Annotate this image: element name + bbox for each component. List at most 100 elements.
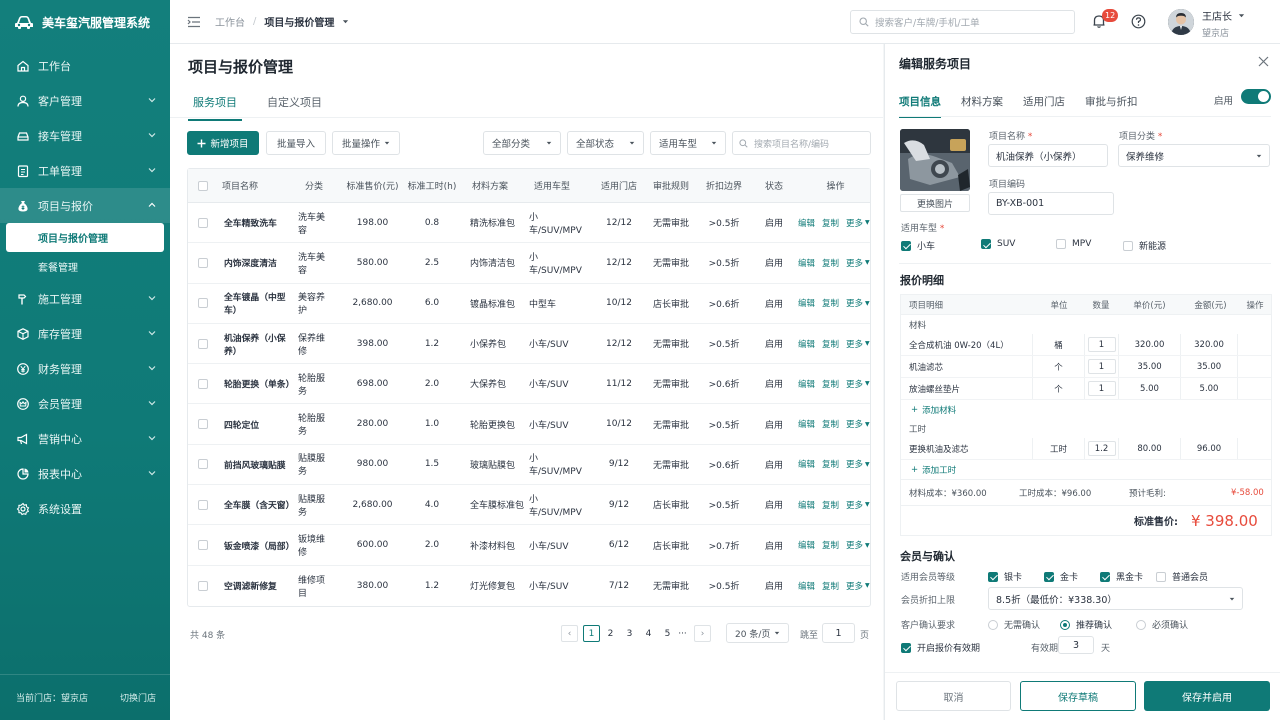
sidebar-item-dashboard[interactable]: 工作台	[0, 48, 170, 83]
status-select[interactable]: 全部状态	[567, 131, 644, 155]
per-page-select[interactable]: 20 条/页	[726, 623, 789, 643]
copy-link[interactable]: 复制	[822, 539, 839, 551]
confirm-radio[interactable]: 必须确认	[1136, 618, 1188, 631]
quantity-input[interactable]: 1	[1087, 359, 1116, 374]
more-link[interactable]: 更多	[846, 257, 863, 269]
copy-link[interactable]: 复制	[822, 338, 839, 350]
copy-link[interactable]: 复制	[822, 257, 839, 269]
more-link[interactable]: 更多	[846, 418, 863, 430]
vehicle-checkbox[interactable]: 小车	[901, 239, 935, 252]
user-menu[interactable]: 王店长 望京店	[1202, 8, 1245, 39]
row-checkbox[interactable]	[198, 298, 208, 309]
member-limit-select[interactable]: 8.5折（最低价：¥338.30）	[988, 587, 1243, 610]
row-checkbox[interactable]	[198, 378, 208, 389]
tab-item-info[interactable]: 项目信息	[899, 94, 941, 118]
jump-page-input[interactable]: 1	[822, 623, 855, 643]
batch-import-button[interactable]: 批量导入	[266, 131, 326, 155]
sidebar-item-quotes[interactable]: 项目与报价	[0, 188, 170, 223]
sidebar-item-members[interactable]: 会员管理	[0, 386, 170, 421]
confirm-radio[interactable]: 推荐确认	[1060, 618, 1112, 631]
edit-link[interactable]: 编辑	[798, 580, 815, 592]
item-category-select[interactable]: 保养维修	[1118, 144, 1270, 167]
sidebar-item-reports[interactable]: 报表中心	[0, 456, 170, 491]
more-link[interactable]: 更多	[846, 539, 863, 551]
select-all-checkbox[interactable]	[198, 180, 208, 191]
quantity-input[interactable]: 1	[1087, 381, 1116, 396]
switch-store-link[interactable]: 切换门店	[120, 691, 156, 704]
more-link[interactable]: 更多	[846, 499, 863, 511]
more-link[interactable]: 更多	[846, 580, 863, 592]
copy-link[interactable]: 复制	[822, 458, 839, 470]
row-checkbox[interactable]	[198, 217, 208, 228]
vehicle-checkbox[interactable]: SUV	[981, 239, 1015, 249]
item-search-input[interactable]: 搜索项目名称/编码	[732, 131, 871, 155]
add-labor-button[interactable]: + 添加工时	[901, 460, 1271, 479]
more-link[interactable]: 更多	[846, 217, 863, 229]
page-button[interactable]: 2	[602, 625, 619, 642]
edit-link[interactable]: 编辑	[798, 257, 815, 269]
sidebar-subitem-quote-management[interactable]: 项目与报价管理	[6, 223, 164, 252]
quantity-input[interactable]: 1.2	[1087, 441, 1116, 456]
table-row[interactable]: 机油保养（小保养） 保养维修 398.00 1.2 小保养包 小车/SUV 12/12 无需审…	[188, 324, 870, 365]
batch-operation-button[interactable]: 批量操作	[332, 131, 400, 155]
member-level-checkbox[interactable]: 银卡	[988, 570, 1022, 583]
quantity-input[interactable]: 1	[1087, 337, 1116, 352]
tab-approval-discount[interactable]: 审批与折扣	[1085, 94, 1138, 118]
row-checkbox[interactable]	[198, 338, 208, 349]
row-checkbox[interactable]	[198, 580, 208, 591]
edit-link[interactable]: 编辑	[798, 499, 815, 511]
copy-link[interactable]: 复制	[822, 217, 839, 229]
table-row[interactable]: 空调滤新修复 维修项目 380.00 1.2 灯光修复包 小车/SUV 7/12 无需审批 >0…	[188, 566, 870, 606]
cancel-button[interactable]: 取消	[896, 681, 1011, 711]
enable-toggle[interactable]	[1241, 89, 1271, 104]
copy-link[interactable]: 复制	[822, 418, 839, 430]
row-checkbox[interactable]	[198, 257, 208, 268]
add-item-button[interactable]: 新增项目	[187, 131, 259, 155]
page-button[interactable]: 1	[583, 625, 600, 642]
item-name-input[interactable]: 机油保养（小保养）	[988, 144, 1108, 167]
edit-link[interactable]: 编辑	[798, 458, 815, 470]
vehicle-checkbox[interactable]: 新能源	[1123, 239, 1166, 252]
category-select[interactable]: 全部分类	[483, 131, 561, 155]
table-row[interactable]: 全车膜（含天窗） 贴膜服务 2,680.00 4.0 全车膜标准包 小车/SUV/MPV 9…	[188, 485, 870, 526]
brand[interactable]: 美车玺汽服管理系统	[0, 0, 170, 44]
copy-link[interactable]: 复制	[822, 297, 839, 309]
page-button[interactable]: 3	[621, 625, 638, 642]
edit-link[interactable]: 编辑	[798, 378, 815, 390]
row-checkbox[interactable]	[198, 459, 208, 470]
sidebar-item-inventory[interactable]: 库存管理	[0, 316, 170, 351]
breadcrumb-item[interactable]: 工作台	[215, 14, 245, 29]
sidebar-subitem-packages[interactable]: 套餐管理	[0, 252, 170, 281]
tab-materials[interactable]: 材料方案	[961, 94, 1003, 118]
page-button[interactable]: 4	[640, 625, 657, 642]
change-photo-button[interactable]: 更换图片	[900, 194, 970, 212]
row-checkbox[interactable]	[198, 499, 208, 510]
more-link[interactable]: 更多	[846, 458, 863, 470]
sidebar-item-marketing[interactable]: 营销中心	[0, 421, 170, 456]
close-icon[interactable]	[1258, 56, 1269, 67]
sidebar-item-customers[interactable]: 客户管理	[0, 83, 170, 118]
edit-link[interactable]: 编辑	[798, 297, 815, 309]
table-row[interactable]: 钣金喷漆（局部） 钣境维修 600.00 2.0 补漆材料包 小车/SUV 6/12 店长审批…	[188, 525, 870, 566]
copy-link[interactable]: 复制	[822, 378, 839, 390]
sidebar-item-reception[interactable]: 接车管理	[0, 118, 170, 153]
menu-collapse-icon[interactable]	[187, 16, 201, 28]
prev-page-button[interactable]: ‹	[561, 625, 578, 642]
save-enable-button[interactable]: 保存并启用	[1144, 681, 1270, 711]
item-code-input[interactable]: BY-XB-001	[988, 192, 1114, 215]
more-link[interactable]: 更多	[846, 378, 863, 390]
validity-checkbox[interactable]: 开启报价有效期	[901, 641, 980, 654]
tab-stores[interactable]: 适用门店	[1023, 94, 1065, 118]
copy-link[interactable]: 复制	[822, 499, 839, 511]
sidebar-item-settings[interactable]: 系统设置	[0, 491, 170, 526]
table-row[interactable]: 前挡风玻璃贴膜 贴膜服务 980.00 1.5 玻璃贴膜包 小车/SUV/MPV 9/12 无…	[188, 445, 870, 486]
table-row[interactable]: 全车精致洗车 洗车美容 198.00 0.8 精洗标准包 小车/SUV/MPV 12/12 无…	[188, 203, 870, 244]
member-level-checkbox[interactable]: 黑金卡	[1100, 570, 1143, 583]
help-icon[interactable]	[1131, 14, 1146, 29]
caret-down-icon[interactable]	[342, 18, 349, 25]
more-link[interactable]: 更多	[846, 338, 863, 350]
more-link[interactable]: 更多	[846, 297, 863, 309]
avatar[interactable]	[1168, 9, 1194, 35]
table-row[interactable]: 轮胎更换（单条） 轮胎服务 698.00 2.0 大保养包 小车/SUV 11/12 无需审批…	[188, 364, 870, 405]
validity-days-input[interactable]: 3	[1058, 636, 1094, 654]
